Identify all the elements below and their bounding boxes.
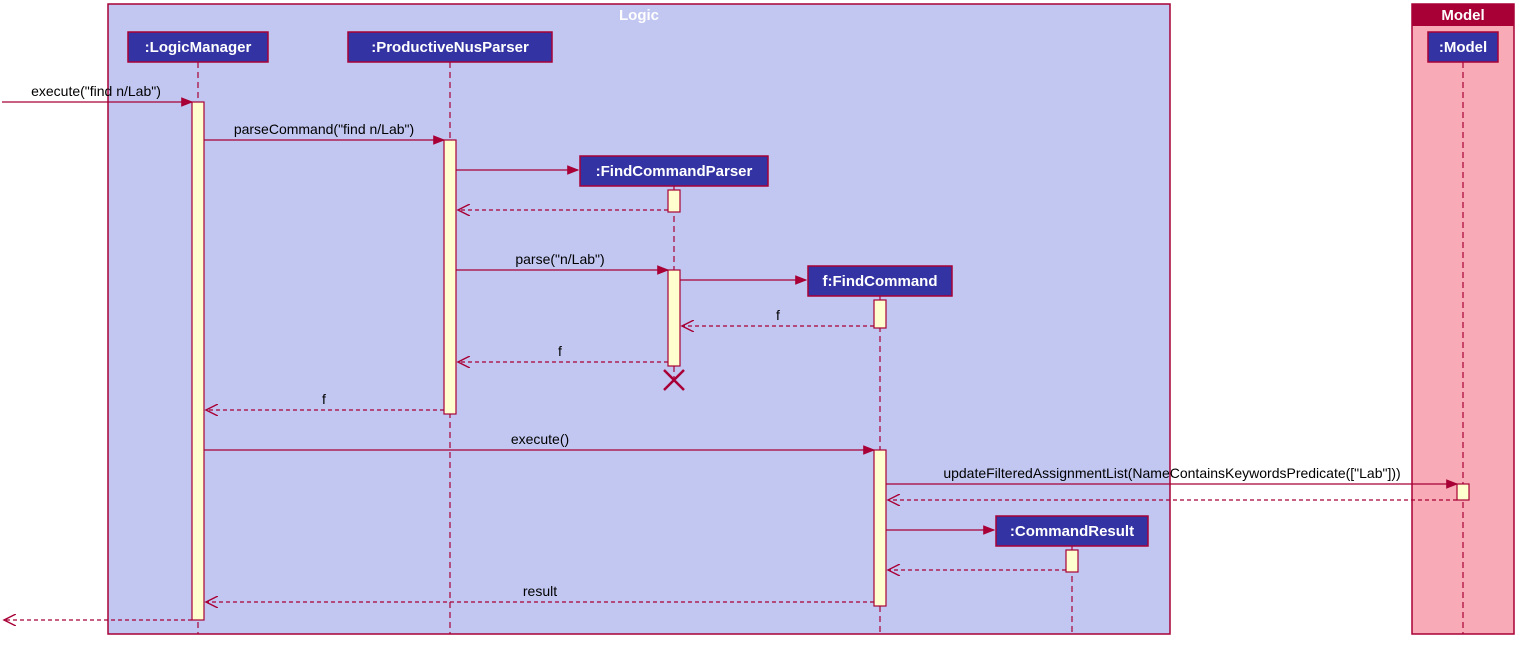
activation-model (1457, 484, 1469, 500)
participant-logic-manager-label: :LogicManager (145, 39, 252, 56)
msg-update-filtered-label: updateFilteredAssignmentList(NameContain… (943, 465, 1400, 481)
participant-find-parser-label: :FindCommandParser (596, 163, 753, 180)
msg-return-f1-label: f (776, 307, 780, 323)
msg-result-label: result (523, 583, 557, 599)
activation-cmd-result (1066, 550, 1078, 572)
msg-return-f3-label: f (322, 391, 326, 407)
activation-find-parser-2 (668, 270, 680, 366)
msg-execute-label: execute() (511, 431, 569, 447)
activation-parser (444, 140, 456, 414)
msg-return-f2-label: f (558, 343, 562, 359)
logic-box-title: Logic (619, 7, 659, 24)
msg-parse-command-label: parseCommand("find n/Lab") (234, 121, 414, 137)
participant-model-label: :Model (1439, 39, 1487, 56)
participant-parser-label: :ProductiveNusParser (371, 39, 529, 56)
participant-cmd-result-label: :CommandResult (1010, 523, 1134, 540)
msg-execute-find-label: execute("find n/Lab") (31, 83, 161, 99)
activation-find-parser-1 (668, 190, 680, 212)
msg-parse-label: parse("n/Lab") (515, 251, 604, 267)
activation-logic-manager (192, 102, 204, 620)
sequence-diagram: Logic Model :LogicManager :ProductiveNus… (0, 0, 1527, 655)
activation-find-cmd-1 (874, 300, 886, 328)
activation-find-cmd-2 (874, 450, 886, 606)
model-box (1412, 4, 1514, 634)
model-box-title: Model (1441, 7, 1484, 24)
participant-find-cmd-label: f:FindCommand (823, 273, 938, 290)
